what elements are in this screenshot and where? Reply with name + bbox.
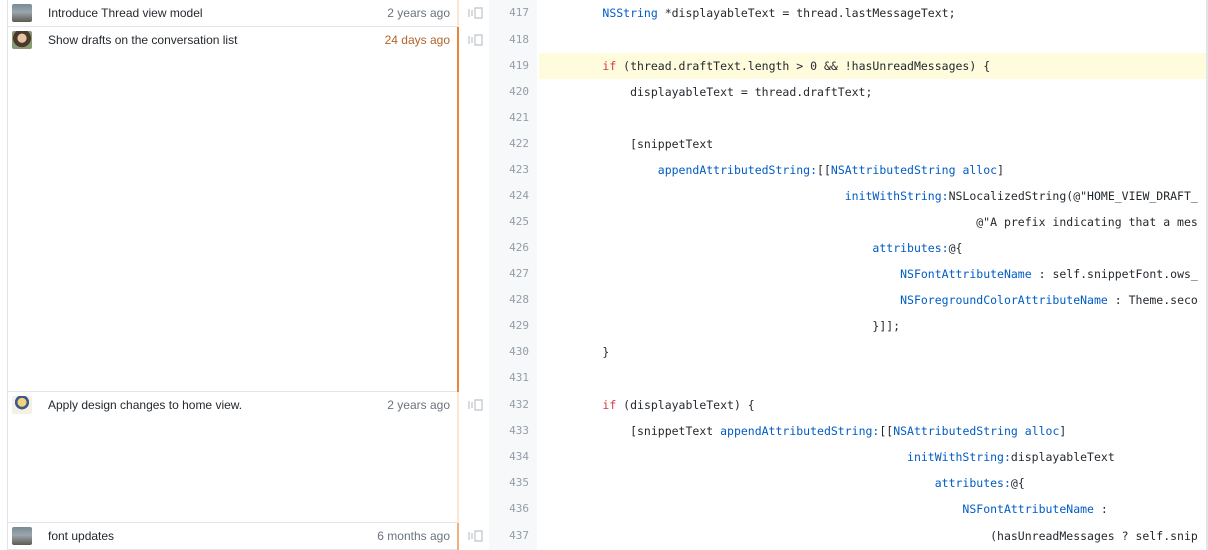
line-number[interactable]: 437 <box>489 523 529 549</box>
code-line: 417 NSString *displayableText = thread.l… <box>0 0 1208 26</box>
line-number[interactable]: 432 <box>489 392 529 418</box>
code-line: 437 (hasUnreadMessages ? self.snip <box>0 523 1208 549</box>
code-line: 432 if (displayableText) { <box>0 392 1208 418</box>
code-line: 431 <box>0 365 1208 391</box>
line-number[interactable]: 419 <box>489 53 529 79</box>
code-text: displayableText = thread.draftText; <box>547 85 873 99</box>
line-number[interactable]: 422 <box>489 131 529 157</box>
code-text: (hasUnreadMessages ? self.snip <box>547 529 1198 543</box>
code-text: NSFontAttributeName : self.snippetFont.o… <box>900 267 1198 281</box>
code-line: 436 NSFontAttributeName : <box>0 496 1208 522</box>
line-number[interactable]: 421 <box>489 105 529 131</box>
code-text: attributes:@{ <box>872 241 963 255</box>
code-text: } <box>547 345 610 359</box>
code-line: 420 displayableText = thread.draftText; <box>0 79 1208 105</box>
line-number[interactable]: 426 <box>489 235 529 261</box>
code-text: }]]; <box>547 319 901 333</box>
line-number[interactable]: 435 <box>489 470 529 496</box>
line-number[interactable]: 428 <box>489 287 529 313</box>
code-text: initWithString:NSLocalizedString(@"HOME_… <box>844 189 1198 203</box>
code-text: [snippetText appendAttributedString:[[NS… <box>547 424 1067 438</box>
line-number[interactable]: 425 <box>489 209 529 235</box>
code-line: 429 }]]; <box>0 313 1208 339</box>
code-line: 434 initWithString:displayableText <box>0 444 1208 470</box>
code-text: [snippetText <box>547 137 714 151</box>
code-line: 423 appendAttributedString:[[NSAttribute… <box>0 157 1208 183</box>
line-number[interactable]: 434 <box>489 444 529 470</box>
line-number[interactable]: 436 <box>489 496 529 522</box>
line-number[interactable]: 429 <box>489 313 529 339</box>
code-line: 433 [snippetText appendAttributedString:… <box>0 418 1208 444</box>
line-number[interactable]: 433 <box>489 418 529 444</box>
line-number[interactable]: 420 <box>489 79 529 105</box>
code-line: 419 if (thread.draftText.length > 0 && !… <box>0 53 1208 79</box>
code-text: initWithString:displayableText <box>907 450 1115 464</box>
line-number[interactable]: 427 <box>489 261 529 287</box>
code-text: NSForegroundColorAttributeName : Theme.s… <box>900 293 1198 307</box>
line-number[interactable]: 423 <box>489 157 529 183</box>
code-line: 425 @"A prefix indicating that a mes <box>0 209 1208 235</box>
line-number[interactable]: 430 <box>489 339 529 365</box>
code-line: 430 } <box>0 339 1208 365</box>
code-text: if (thread.draftText.length > 0 && !hasU… <box>602 59 991 73</box>
code-text: NSFontAttributeName : <box>962 502 1108 516</box>
line-number[interactable]: 424 <box>489 183 529 209</box>
code-text: attributes:@{ <box>934 476 1025 490</box>
code-line: 428 NSForegroundColorAttributeName : The… <box>0 287 1208 313</box>
code-line: 424 initWithString:NSLocalizedString(@"H… <box>0 183 1208 209</box>
line-number[interactable]: 418 <box>489 27 529 53</box>
code-text: NSString *displayableText = thread.lastM… <box>602 6 956 20</box>
code-line: 422 [snippetText <box>0 131 1208 157</box>
code-line: 418 <box>0 27 1208 53</box>
code-line: 435 attributes:@{ <box>0 470 1208 496</box>
line-number[interactable]: 431 <box>489 365 529 391</box>
code-text: @"A prefix indicating that a mes <box>547 215 1198 229</box>
line-number[interactable]: 417 <box>489 0 529 26</box>
code-line: 427 NSFontAttributeName : self.snippetFo… <box>0 261 1208 287</box>
code-text: appendAttributedString:[[NSAttributedStr… <box>657 163 1005 177</box>
code-line: 426 attributes:@{ <box>0 235 1208 261</box>
code-text: if (displayableText) { <box>602 398 755 412</box>
code-line: 421 <box>0 105 1208 131</box>
